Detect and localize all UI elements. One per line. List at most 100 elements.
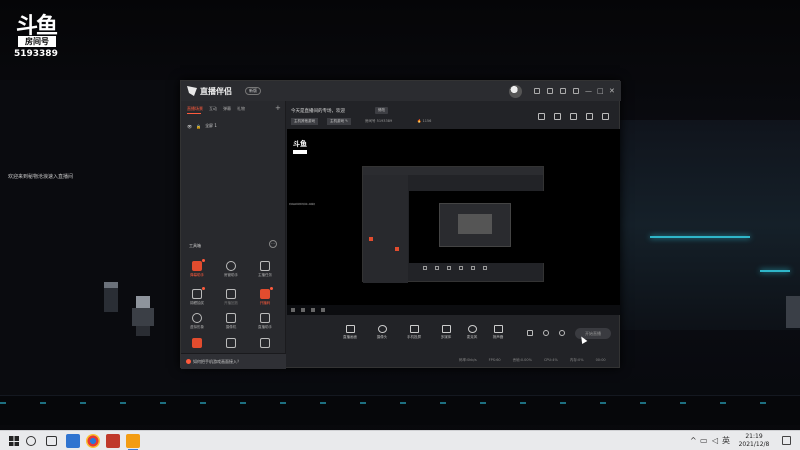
record-icon[interactable] (527, 330, 533, 336)
windows-start-icon[interactable] (9, 436, 19, 446)
character-body (132, 308, 154, 326)
status-fps: FPS:60 (488, 358, 501, 362)
tool-voice[interactable] (185, 338, 209, 348)
category-tag[interactable]: 主机游戏 ✎ (327, 118, 352, 125)
edit-title-button[interactable]: 修改 (375, 107, 388, 114)
clock-time: 21:19 (745, 433, 763, 440)
room-number-info: 房间号 5193389 (365, 119, 393, 123)
category-tag[interactable]: 主机其他游戏 (291, 118, 318, 125)
status-cpu: CPU:4% (543, 358, 558, 362)
tab-interact[interactable]: 互动 (209, 106, 217, 112)
speaker-icon (493, 325, 503, 333)
nested-tool-icon (471, 266, 475, 270)
app-title: 直播伴侣 (200, 87, 232, 96)
minimize-button[interactable]: — (585, 87, 592, 95)
tool-live-code[interactable]: 开播码 (253, 287, 277, 306)
nested-tool-icon (423, 266, 427, 270)
toolbar-label: 麦克风 (466, 335, 478, 339)
mic-button[interactable]: 麦克风 (459, 325, 485, 340)
tab-gifts[interactable]: 礼物 (237, 106, 245, 112)
lock-icon[interactable] (570, 113, 577, 120)
nested-inner-window (439, 203, 511, 247)
tool-virtual-avatar[interactable]: 虚拟形象 (185, 313, 209, 330)
download-icon (226, 289, 236, 299)
chrome-icon[interactable] (86, 434, 100, 448)
nested-tool-icon (435, 266, 439, 270)
toolbar-label: 直播画面 (343, 335, 357, 339)
game-neon-light (760, 270, 790, 272)
media-button[interactable]: 多媒体 (433, 325, 459, 340)
tool-danmaku-assistant[interactable]: 弹幕助手 (185, 259, 209, 278)
toolbox-title: 工具箱 (189, 243, 201, 248)
volume-icon[interactable]: ◁ (712, 437, 718, 445)
tool-item[interactable] (253, 338, 277, 348)
preview-welcome-text: 欢迎来到秘物沧浪速入直播间 (289, 204, 316, 206)
settings-icon[interactable] (602, 113, 609, 120)
notification-icon[interactable] (560, 88, 566, 94)
tool-live-assistant[interactable]: 直播助手 (253, 313, 277, 330)
tool-anchor-tasks[interactable]: 主播任务 (253, 261, 277, 278)
tray-expand-icon[interactable]: ^ (690, 437, 697, 445)
maximize-button[interactable]: □ (597, 87, 604, 95)
toolbar-label: 摄像头 (376, 335, 388, 339)
app-icon-red[interactable] (106, 434, 120, 448)
room-number-label: 房间号 (18, 36, 56, 47)
app-icon-blue[interactable] (66, 434, 80, 448)
search-icon[interactable] (26, 436, 36, 446)
screen-capture-button[interactable]: 直播画面 (337, 325, 363, 340)
tool-label: 直播助手 (258, 325, 272, 329)
tool-room-manager[interactable]: 房管助手 (219, 261, 243, 278)
toolbar-label: 扬声器 (492, 335, 504, 339)
menu-icon[interactable] (573, 88, 579, 94)
gear-icon[interactable] (559, 330, 565, 336)
gift-box-icon[interactable] (554, 113, 561, 120)
add-scene-button[interactable]: + (275, 104, 281, 112)
tool-item[interactable] (219, 338, 243, 348)
app-titlebar[interactable]: 直播伴侣 新版 — □ ✕ (181, 81, 621, 101)
close-button[interactable]: ✕ (609, 87, 615, 95)
toolbox-more-button[interactable]: ··· (269, 240, 277, 248)
phone-cast-button[interactable]: 手机投屏 (401, 325, 427, 340)
eye-icon[interactable] (543, 330, 549, 336)
home-icon[interactable] (538, 113, 545, 120)
lock-icon[interactable]: 🔒 (196, 124, 201, 129)
share-icon[interactable] (586, 113, 593, 120)
taskbar-clock[interactable]: 21:19 2021/12/8 (734, 433, 774, 449)
tool-lottery[interactable]: 锦鲤抽奖 (185, 287, 209, 306)
active-tab-indicator (187, 113, 201, 114)
ime-icon[interactable]: 英 (722, 437, 730, 445)
status-bar: 码率:0kb/s FPS:60 丢帧:0.00% CPU:4% 内存:0% 00… (287, 353, 620, 367)
user-avatar[interactable] (509, 85, 522, 98)
skin-icon[interactable] (547, 88, 553, 94)
message-icon[interactable] (534, 88, 540, 94)
character-legs (136, 326, 150, 336)
network-icon[interactable]: ▭ (700, 437, 708, 445)
tab-danmaku[interactable]: 弹幕 (223, 106, 231, 112)
nested-preview (409, 191, 544, 263)
eye-icon[interactable]: 👁 (187, 124, 192, 129)
scene-item[interactable]: 👁 🔒 全屏 1 (187, 123, 217, 129)
task-view-icon[interactable] (46, 436, 57, 446)
nested-red-icon (369, 237, 373, 241)
version-badge[interactable]: 新版 (245, 87, 261, 95)
tool-camera[interactable]: 摄像机 (219, 313, 243, 330)
media-icon (441, 325, 451, 333)
streaming-app-taskbar-icon[interactable] (126, 434, 140, 450)
preview-taskbar (287, 305, 620, 315)
douyu-logo: 斗鱼 房间号 5193389 (14, 8, 58, 59)
preview-douyu-logo: 斗鱼 (293, 139, 309, 157)
phone-cast-icon (409, 325, 419, 333)
tab-scenes[interactable]: 直播场景 (187, 106, 203, 112)
camera-button[interactable]: 摄像头 (369, 325, 395, 340)
preview-taskbar-icon (291, 308, 295, 312)
mobile-tip-bar[interactable]: 如何把手机游戏画面接入？ (181, 353, 286, 369)
tool-label: 房管助手 (224, 273, 238, 277)
popularity-count: 🔥 1156 (417, 119, 432, 123)
notification-center-icon[interactable] (782, 436, 791, 445)
room-title[interactable]: 今天是直播间的专场，欢迎 (291, 108, 345, 114)
preview-taskbar-icon (311, 308, 315, 312)
live-preview[interactable]: 斗鱼 欢迎来到秘物沧浪速入直播间 (287, 129, 620, 315)
game-npc (104, 282, 118, 312)
tool-replay[interactable]: 开播回放 (219, 289, 243, 306)
speaker-button[interactable]: 扬声器 (485, 325, 511, 340)
